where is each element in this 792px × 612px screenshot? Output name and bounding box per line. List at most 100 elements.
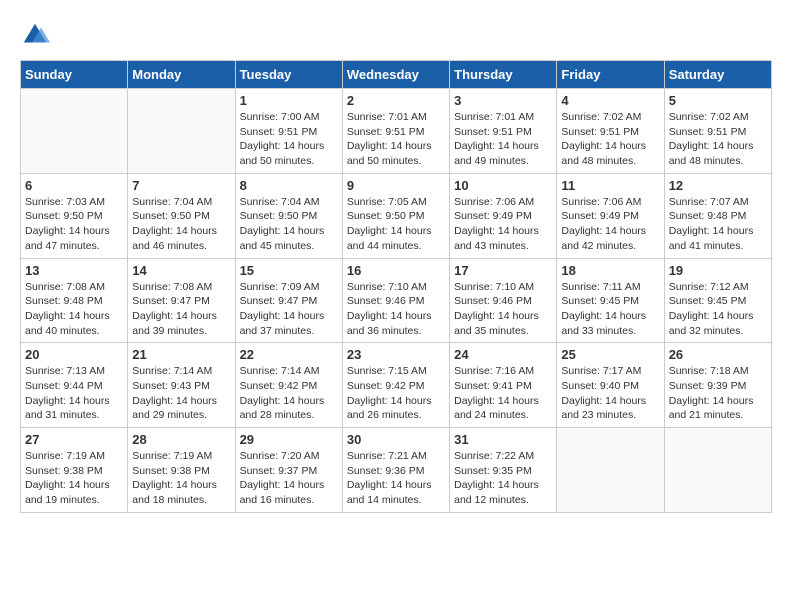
day-number: 8	[240, 178, 338, 193]
day-info: Sunrise: 7:13 AM Sunset: 9:44 PM Dayligh…	[25, 364, 123, 423]
calendar-cell: 25 Sunrise: 7:17 AM Sunset: 9:40 PM Dayli…	[557, 343, 664, 428]
day-number: 31	[454, 432, 552, 447]
day-number: 3	[454, 93, 552, 108]
calendar-cell: 3 Sunrise: 7:01 AM Sunset: 9:51 PM Daylig…	[450, 89, 557, 174]
calendar-cell	[128, 89, 235, 174]
day-info: Sunrise: 7:14 AM Sunset: 9:42 PM Dayligh…	[240, 364, 338, 423]
calendar-cell: 15 Sunrise: 7:09 AM Sunset: 9:47 PM Dayli…	[235, 258, 342, 343]
day-info: Sunrise: 7:06 AM Sunset: 9:49 PM Dayligh…	[454, 195, 552, 254]
calendar-cell: 5 Sunrise: 7:02 AM Sunset: 9:51 PM Daylig…	[664, 89, 771, 174]
calendar-week-row: 20 Sunrise: 7:13 AM Sunset: 9:44 PM Dayli…	[21, 343, 772, 428]
calendar-cell: 16 Sunrise: 7:10 AM Sunset: 9:46 PM Dayli…	[342, 258, 449, 343]
day-number: 29	[240, 432, 338, 447]
calendar-cell: 23 Sunrise: 7:15 AM Sunset: 9:42 PM Dayli…	[342, 343, 449, 428]
logo-icon	[20, 20, 50, 50]
calendar-cell: 13 Sunrise: 7:08 AM Sunset: 9:48 PM Dayli…	[21, 258, 128, 343]
day-info: Sunrise: 7:02 AM Sunset: 9:51 PM Dayligh…	[669, 110, 767, 169]
calendar-cell: 11 Sunrise: 7:06 AM Sunset: 9:49 PM Dayli…	[557, 173, 664, 258]
day-number: 6	[25, 178, 123, 193]
day-info: Sunrise: 7:02 AM Sunset: 9:51 PM Dayligh…	[561, 110, 659, 169]
calendar-cell: 4Sunrise: 7:02 AM Sunset: 9:51 PM Daylig…	[557, 89, 664, 174]
calendar-cell: 28 Sunrise: 7:19 AM Sunset: 9:38 PM Dayli…	[128, 428, 235, 513]
day-info: Sunrise: 7:21 AM Sunset: 9:36 PM Dayligh…	[347, 449, 445, 508]
day-number: 21	[132, 347, 230, 362]
calendar-cell: 27 Sunrise: 7:19 AM Sunset: 9:38 PM Dayli…	[21, 428, 128, 513]
day-number: 7	[132, 178, 230, 193]
day-number: 1	[240, 93, 338, 108]
day-of-week-header: Friday	[557, 61, 664, 89]
calendar-cell: 12 Sunrise: 7:07 AM Sunset: 9:48 PM Dayli…	[664, 173, 771, 258]
day-info: Sunrise: 7:01 AM Sunset: 9:51 PM Dayligh…	[454, 110, 552, 169]
calendar-cell: 24 Sunrise: 7:16 AM Sunset: 9:41 PM Dayli…	[450, 343, 557, 428]
day-number: 27	[25, 432, 123, 447]
calendar-cell: 14 Sunrise: 7:08 AM Sunset: 9:47 PM Dayli…	[128, 258, 235, 343]
day-number: 11	[561, 178, 659, 193]
calendar-week-row: 13 Sunrise: 7:08 AM Sunset: 9:48 PM Dayli…	[21, 258, 772, 343]
day-number: 12	[669, 178, 767, 193]
day-info: Sunrise: 7:16 AM Sunset: 9:41 PM Dayligh…	[454, 364, 552, 423]
day-number: 10	[454, 178, 552, 193]
day-info: Sunrise: 7:19 AM Sunset: 9:38 PM Dayligh…	[132, 449, 230, 508]
day-number: 25	[561, 347, 659, 362]
day-info: Sunrise: 7:04 AM Sunset: 9:50 PM Dayligh…	[132, 195, 230, 254]
day-info: Sunrise: 7:09 AM Sunset: 9:47 PM Dayligh…	[240, 280, 338, 339]
calendar-table: SundayMondayTuesdayWednesdayThursdayFrid…	[20, 60, 772, 513]
day-info: Sunrise: 7:14 AM Sunset: 9:43 PM Dayligh…	[132, 364, 230, 423]
day-number: 20	[25, 347, 123, 362]
calendar-cell: 31Sunrise: 7:22 AM Sunset: 9:35 PM Dayli…	[450, 428, 557, 513]
day-number: 22	[240, 347, 338, 362]
day-number: 16	[347, 263, 445, 278]
logo	[20, 20, 54, 50]
day-number: 17	[454, 263, 552, 278]
calendar-cell	[664, 428, 771, 513]
calendar-week-row: 6Sunrise: 7:03 AM Sunset: 9:50 PM Daylig…	[21, 173, 772, 258]
calendar-cell: 6Sunrise: 7:03 AM Sunset: 9:50 PM Daylig…	[21, 173, 128, 258]
day-number: 15	[240, 263, 338, 278]
calendar-week-row: 27 Sunrise: 7:19 AM Sunset: 9:38 PM Dayli…	[21, 428, 772, 513]
day-info: Sunrise: 7:06 AM Sunset: 9:49 PM Dayligh…	[561, 195, 659, 254]
page-header	[20, 20, 772, 50]
calendar-cell: 20 Sunrise: 7:13 AM Sunset: 9:44 PM Dayli…	[21, 343, 128, 428]
day-info: Sunrise: 7:18 AM Sunset: 9:39 PM Dayligh…	[669, 364, 767, 423]
calendar-cell: 21 Sunrise: 7:14 AM Sunset: 9:43 PM Dayli…	[128, 343, 235, 428]
day-number: 18	[561, 263, 659, 278]
day-info: Sunrise: 7:19 AM Sunset: 9:38 PM Dayligh…	[25, 449, 123, 508]
day-info: Sunrise: 7:07 AM Sunset: 9:48 PM Dayligh…	[669, 195, 767, 254]
day-number: 24	[454, 347, 552, 362]
day-number: 28	[132, 432, 230, 447]
calendar-cell	[557, 428, 664, 513]
day-of-week-header: Thursday	[450, 61, 557, 89]
calendar-cell: 9 Sunrise: 7:05 AM Sunset: 9:50 PM Daylig…	[342, 173, 449, 258]
day-info: Sunrise: 7:12 AM Sunset: 9:45 PM Dayligh…	[669, 280, 767, 339]
day-info: Sunrise: 7:00 AM Sunset: 9:51 PM Dayligh…	[240, 110, 338, 169]
day-info: Sunrise: 7:15 AM Sunset: 9:42 PM Dayligh…	[347, 364, 445, 423]
day-of-week-header: Monday	[128, 61, 235, 89]
day-of-week-header: Wednesday	[342, 61, 449, 89]
day-number: 13	[25, 263, 123, 278]
day-number: 9	[347, 178, 445, 193]
day-info: Sunrise: 7:10 AM Sunset: 9:46 PM Dayligh…	[347, 280, 445, 339]
calendar-cell: 1 Sunrise: 7:00 AM Sunset: 9:51 PM Daylig…	[235, 89, 342, 174]
calendar-cell: 22 Sunrise: 7:14 AM Sunset: 9:42 PM Dayli…	[235, 343, 342, 428]
day-of-week-header: Sunday	[21, 61, 128, 89]
calendar-week-row: 1 Sunrise: 7:00 AM Sunset: 9:51 PM Daylig…	[21, 89, 772, 174]
day-info: Sunrise: 7:04 AM Sunset: 9:50 PM Dayligh…	[240, 195, 338, 254]
calendar-cell: 19 Sunrise: 7:12 AM Sunset: 9:45 PM Dayli…	[664, 258, 771, 343]
calendar-cell	[21, 89, 128, 174]
day-info: Sunrise: 7:20 AM Sunset: 9:37 PM Dayligh…	[240, 449, 338, 508]
day-of-week-header: Tuesday	[235, 61, 342, 89]
day-info: Sunrise: 7:11 AM Sunset: 9:45 PM Dayligh…	[561, 280, 659, 339]
day-info: Sunrise: 7:08 AM Sunset: 9:47 PM Dayligh…	[132, 280, 230, 339]
day-number: 19	[669, 263, 767, 278]
day-of-week-header: Saturday	[664, 61, 771, 89]
day-info: Sunrise: 7:08 AM Sunset: 9:48 PM Dayligh…	[25, 280, 123, 339]
day-info: Sunrise: 7:17 AM Sunset: 9:40 PM Dayligh…	[561, 364, 659, 423]
day-number: 23	[347, 347, 445, 362]
calendar-cell: 8 Sunrise: 7:04 AM Sunset: 9:50 PM Daylig…	[235, 173, 342, 258]
calendar-cell: 2Sunrise: 7:01 AM Sunset: 9:51 PM Daylig…	[342, 89, 449, 174]
day-number: 14	[132, 263, 230, 278]
day-number: 5	[669, 93, 767, 108]
day-info: Sunrise: 7:05 AM Sunset: 9:50 PM Dayligh…	[347, 195, 445, 254]
day-number: 26	[669, 347, 767, 362]
day-number: 2	[347, 93, 445, 108]
